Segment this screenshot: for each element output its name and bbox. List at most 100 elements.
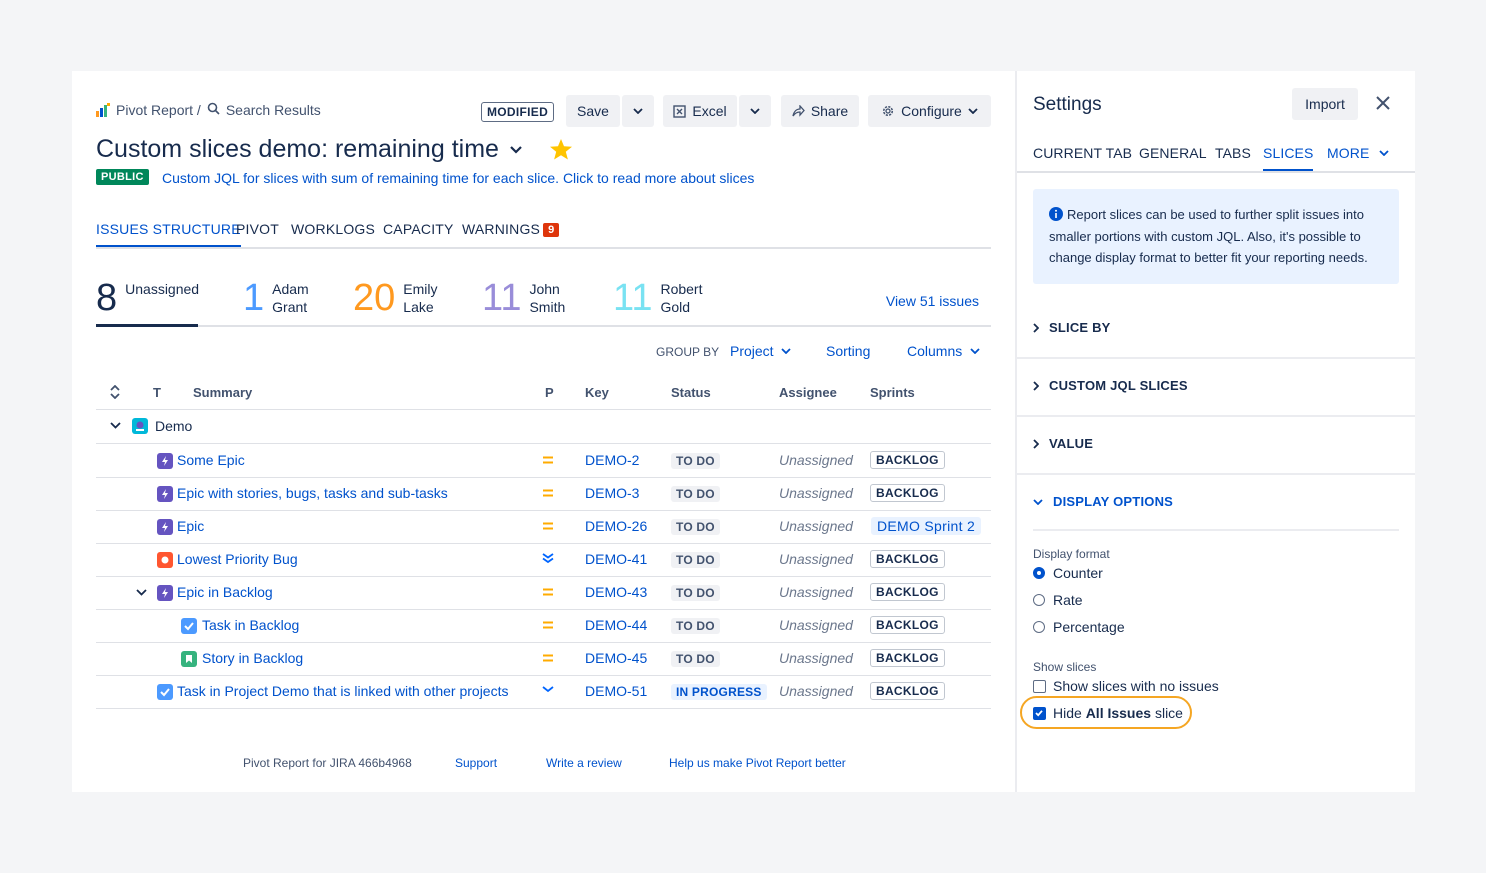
epic-icon (157, 585, 173, 601)
more-label: MORE (1327, 145, 1370, 161)
settings-tab-more[interactable]: MORE (1327, 145, 1390, 161)
table-row[interactable]: Lowest Priority Bug DEMO-41 TO DO Unassi… (96, 543, 991, 577)
slice-unassigned[interactable]: 8 Unassigned (96, 275, 199, 327)
import-label: Import (1305, 96, 1345, 112)
import-button[interactable]: Import (1292, 88, 1358, 120)
table-row[interactable]: Epic DEMO-26 TO DO Unassigned DEMO Sprin… (96, 510, 991, 544)
configure-button[interactable]: Configure (868, 95, 991, 127)
expand-collapse-icon[interactable] (110, 385, 120, 399)
issue-summary[interactable]: Epic in Backlog (177, 584, 273, 600)
tab-worklogs[interactable]: WORKLOGS (291, 221, 375, 237)
report-description[interactable]: Custom JQL for slices with sum of remain… (162, 170, 754, 186)
table-row[interactable]: Task in Project Demo that is linked with… (96, 675, 991, 709)
excel-options-button[interactable] (739, 95, 771, 127)
report-title[interactable]: Custom slices demo: remaining time (96, 135, 499, 164)
issue-summary[interactable]: Lowest Priority Bug (177, 551, 298, 567)
section-custom-jql-slices[interactable]: CUSTOM JQL SLICES (1017, 358, 1415, 417)
table-row[interactable]: Some Epic DEMO-2 TO DO Unassigned BACKLO… (96, 444, 991, 478)
sprint-badge[interactable]: DEMO Sprint 2 (871, 517, 982, 535)
slice-robert-gold[interactable]: 11 Robert Gold (613, 275, 702, 325)
task-icon (157, 684, 173, 700)
slice-count: 20 (353, 277, 396, 319)
view-issues-link[interactable]: View 51 issues (886, 293, 979, 309)
tab-warnings[interactable]: WARNINGS 9 (462, 221, 560, 237)
tab-pivot[interactable]: PIVOT (236, 221, 279, 237)
chevron-down-icon (1379, 150, 1390, 157)
columns-select[interactable]: Columns (907, 343, 980, 359)
section-display-options[interactable]: DISPLAY OPTIONS (1017, 474, 1415, 531)
chevron-down-icon (968, 108, 978, 114)
save-button[interactable]: Save (566, 95, 620, 127)
footer-review-link[interactable]: Write a review (546, 756, 622, 770)
table-row[interactable]: Story in Backlog DEMO-45 TO DO Unassigne… (96, 642, 991, 676)
issue-summary[interactable]: Some Epic (177, 452, 245, 468)
chevron-down-icon[interactable] (509, 145, 523, 154)
footer-support-link[interactable]: Support (455, 756, 497, 770)
issue-summary[interactable]: Story in Backlog (202, 650, 303, 666)
slices-info-box: Report slices can be used to further spl… (1033, 189, 1399, 284)
table-row[interactable]: Epic with stories, bugs, tasks and sub-t… (96, 477, 991, 511)
column-priority[interactable]: P (545, 385, 554, 400)
slice-emily-lake[interactable]: 20 Emily Lake (353, 275, 438, 325)
footer-feedback-link[interactable]: Help us make Pivot Report better (669, 756, 846, 770)
column-sprints[interactable]: Sprints (870, 385, 915, 400)
format-counter-radio[interactable]: Counter (1033, 565, 1103, 581)
format-percentage-radio[interactable]: Percentage (1033, 619, 1125, 635)
warnings-count-badge: 9 (543, 223, 560, 237)
settings-tab-current[interactable]: CURRENT TAB (1033, 145, 1132, 161)
issue-key[interactable]: DEMO-26 (585, 518, 647, 534)
breadcrumb-app[interactable]: Pivot Report / (116, 102, 201, 118)
search-icon (207, 102, 220, 118)
show-empty-slices-checkbox[interactable]: Show slices with no issues (1033, 678, 1219, 694)
tab-issues-structure[interactable]: ISSUES STRUCTURE (96, 221, 241, 247)
save-options-button[interactable] (622, 95, 654, 127)
table-row[interactable]: Task in Backlog DEMO-44 TO DO Unassigned… (96, 609, 991, 643)
settings-tab-tabs[interactable]: TABS (1215, 145, 1251, 161)
group-by-select[interactable]: Project (730, 343, 792, 359)
issue-assignee: Unassigned (779, 551, 853, 567)
section-slice-by[interactable]: SLICE BY (1017, 300, 1415, 359)
column-status[interactable]: Status (671, 385, 711, 400)
settings-tab-slices[interactable]: SLICES (1263, 145, 1314, 171)
star-icon[interactable] (549, 138, 573, 161)
report-tabs: ISSUES STRUCTURE PIVOT WORKLOGS CAPACITY… (96, 221, 991, 249)
issue-summary[interactable]: Task in Backlog (202, 617, 299, 633)
table-row[interactable]: Epic in Backlog DEMO-43 TO DO Unassigned… (96, 576, 991, 610)
format-rate-radio[interactable]: Rate (1033, 592, 1083, 608)
issue-key[interactable]: DEMO-43 (585, 584, 647, 600)
column-key[interactable]: Key (585, 385, 609, 400)
chevron-down-icon[interactable] (110, 422, 121, 429)
sprint-badge: BACKLOG (870, 649, 945, 667)
priority-medium-icon (543, 522, 553, 530)
excel-button[interactable]: Excel (663, 95, 737, 127)
slice-john-smith[interactable]: 11 John Smith (482, 275, 565, 325)
settings-tab-general[interactable]: GENERAL (1139, 145, 1207, 161)
sprint-badge: BACKLOG (870, 682, 945, 700)
share-button[interactable]: Share (781, 95, 859, 127)
column-assignee[interactable]: Assignee (779, 385, 837, 400)
assignee-slices: 8 Unassigned 1 Adam Grant 20 Emily Lake 11… (96, 275, 991, 327)
issue-key[interactable]: DEMO-45 (585, 650, 647, 666)
slice-count: 8 (96, 277, 118, 319)
issue-key[interactable]: DEMO-3 (585, 485, 639, 501)
sprint-badge: BACKLOG (870, 583, 945, 601)
issue-key[interactable]: DEMO-41 (585, 551, 647, 567)
column-summary[interactable]: Summary (193, 385, 252, 400)
slice-adam-grant[interactable]: 1 Adam Grant (243, 275, 309, 325)
issue-summary[interactable]: Task in Project Demo that is linked with… (177, 683, 508, 699)
section-label: VALUE (1049, 436, 1094, 451)
issue-key[interactable]: DEMO-44 (585, 617, 647, 633)
issue-key[interactable]: DEMO-2 (585, 452, 639, 468)
sprint-badge: BACKLOG (870, 616, 945, 634)
section-label: SLICE BY (1049, 320, 1111, 335)
sorting-button[interactable]: Sorting (826, 343, 870, 359)
section-value[interactable]: VALUE (1017, 416, 1415, 475)
chevron-down-icon[interactable] (136, 589, 147, 596)
tab-capacity[interactable]: CAPACITY (383, 221, 454, 237)
issue-summary[interactable]: Epic with stories, bugs, tasks and sub-t… (177, 485, 448, 501)
issue-summary[interactable]: Epic (177, 518, 204, 534)
issue-key[interactable]: DEMO-51 (585, 683, 647, 699)
column-type[interactable]: T (153, 385, 161, 400)
breadcrumb-page[interactable]: Search Results (226, 102, 321, 118)
close-icon[interactable] (1373, 93, 1393, 113)
